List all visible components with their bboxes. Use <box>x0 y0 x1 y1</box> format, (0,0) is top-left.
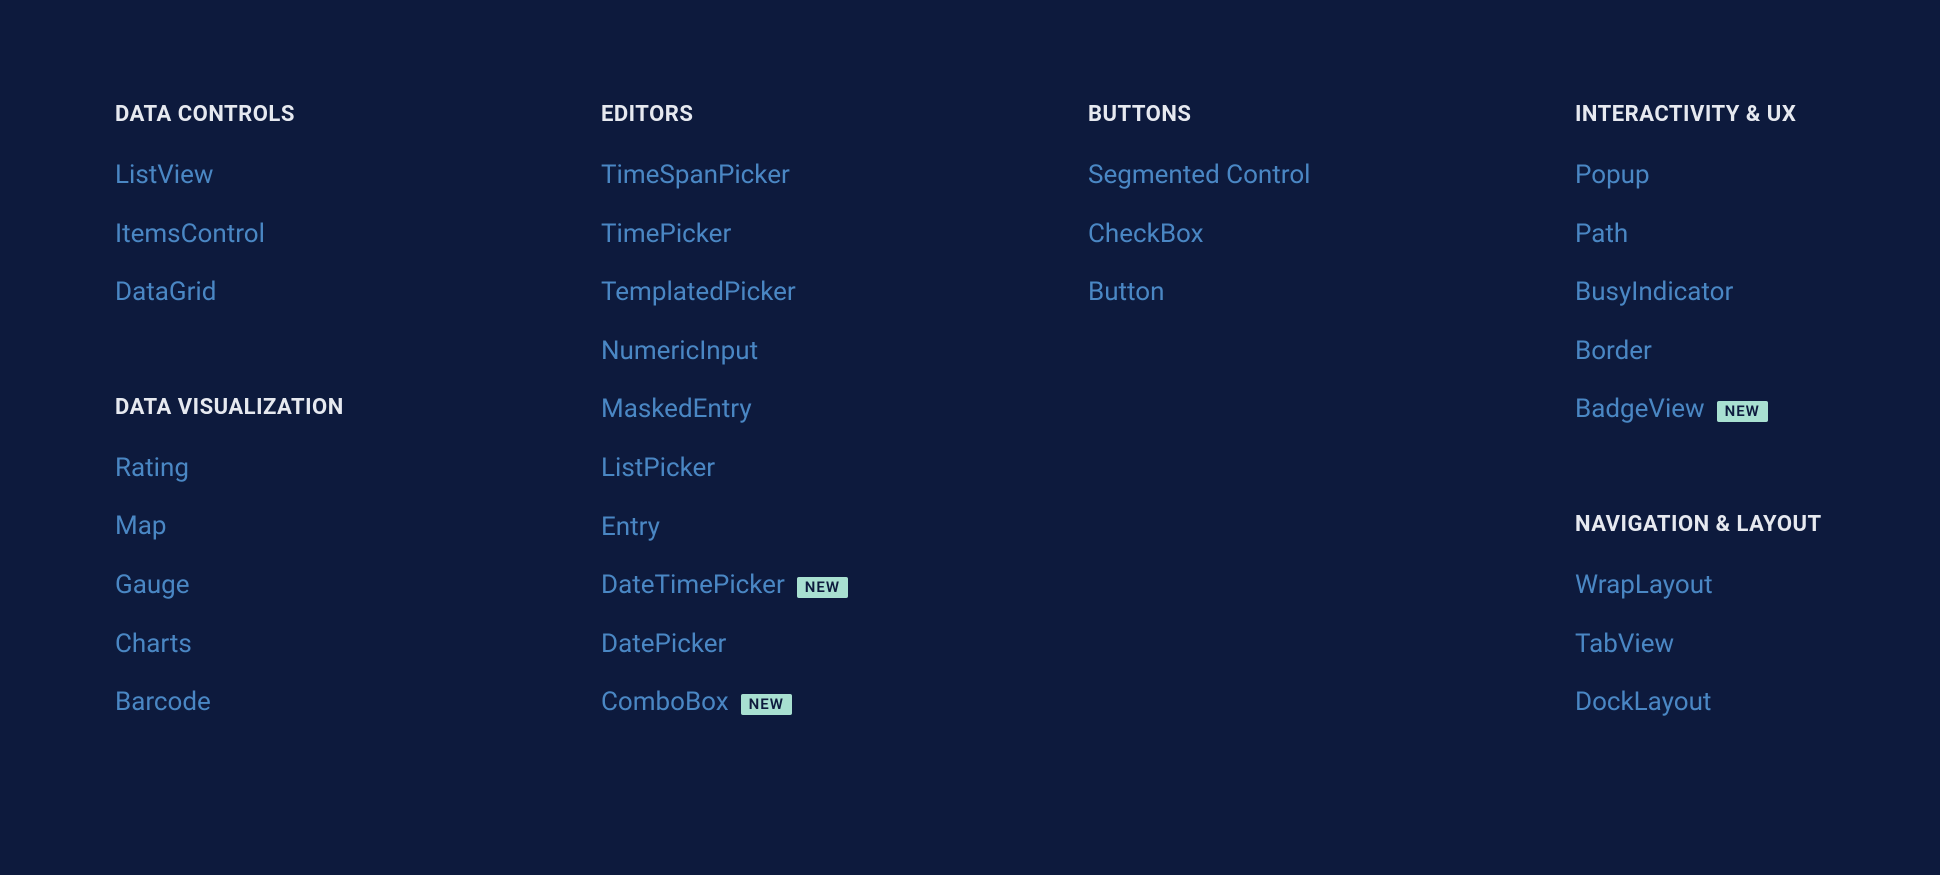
link-docklayout[interactable]: DockLayout <box>1575 688 1711 717</box>
list-item: Map <box>115 512 601 541</box>
list-item: NumericInput <box>601 337 1088 366</box>
list-item: TimePicker <box>601 220 1088 249</box>
list-item: Barcode <box>115 688 601 717</box>
item-list: Popup Path BusyIndicator Border BadgeView NEW <box>1575 161 1825 454</box>
link-button[interactable]: Button <box>1088 278 1164 307</box>
link-segmented-control[interactable]: Segmented Control <box>1088 161 1311 190</box>
list-item: WrapLayout <box>1575 571 1825 600</box>
list-item: BadgeView NEW <box>1575 395 1825 424</box>
list-item: TabView <box>1575 630 1825 659</box>
link-timespanpicker[interactable]: TimeSpanPicker <box>601 161 790 190</box>
link-busyindicator[interactable]: BusyIndicator <box>1575 278 1733 307</box>
section-header-buttons: BUTTONS <box>1088 102 1575 127</box>
list-item: DateTimePicker NEW <box>601 571 1088 600</box>
list-item: Popup <box>1575 161 1825 190</box>
link-datagrid[interactable]: DataGrid <box>115 278 216 307</box>
section-header-editors: EDITORS <box>601 102 1088 127</box>
list-item: ListPicker <box>601 454 1088 483</box>
list-item: Button <box>1088 278 1575 307</box>
link-numericinput[interactable]: NumericInput <box>601 337 758 366</box>
link-rating[interactable]: Rating <box>115 454 189 483</box>
section-editors: EDITORS TimeSpanPicker TimePicker Templated… <box>601 102 1088 747</box>
link-timepicker[interactable]: TimePicker <box>601 220 731 249</box>
link-tabview[interactable]: TabView <box>1575 630 1674 659</box>
new-badge: NEW <box>1717 401 1768 422</box>
column-3: INTERACTIVITY & UX Popup Path BusyIndicator… <box>1575 102 1825 805</box>
link-popup[interactable]: Popup <box>1575 161 1650 190</box>
section-data-visualization: DATA VISUALIZATION Rating Map Gauge Charts Ba… <box>115 395 601 747</box>
item-list: Segmented Control CheckBox Button <box>1088 161 1575 337</box>
list-item: MaskedEntry <box>601 395 1088 424</box>
new-badge: NEW <box>741 694 792 715</box>
list-item: DataGrid <box>115 278 601 307</box>
column-1: EDITORS TimeSpanPicker TimePicker Templated… <box>601 102 1088 805</box>
item-list: TimeSpanPicker TimePicker TemplatedPicker N… <box>601 161 1088 747</box>
item-list: WrapLayout TabView DockLayout <box>1575 571 1825 747</box>
list-item: TemplatedPicker <box>601 278 1088 307</box>
column-2: BUTTONS Segmented Control CheckBox Button <box>1088 102 1575 805</box>
list-item: ListView <box>115 161 601 190</box>
section-interactivity-ux: INTERACTIVITY & UX Popup Path BusyIndicator… <box>1575 102 1825 454</box>
list-item: ComboBox NEW <box>601 688 1088 717</box>
section-data-controls: DATA CONTROLS ListView ItemsControl DataGri… <box>115 102 601 337</box>
list-item: Border <box>1575 337 1825 366</box>
link-wraplayout[interactable]: WrapLayout <box>1575 571 1713 600</box>
link-entry[interactable]: Entry <box>601 513 660 542</box>
new-badge: NEW <box>797 577 848 598</box>
section-header-navigation-layout: NAVIGATION & LAYOUT <box>1575 512 1825 537</box>
link-map[interactable]: Map <box>115 512 166 541</box>
columns-container: DATA CONTROLS ListView ItemsControl DataGri… <box>115 102 1825 805</box>
list-item: Gauge <box>115 571 601 600</box>
link-checkbox[interactable]: CheckBox <box>1088 220 1203 249</box>
link-barcode[interactable]: Barcode <box>115 688 211 717</box>
section-navigation-layout: NAVIGATION & LAYOUT WrapLayout TabView Dock… <box>1575 512 1825 747</box>
link-datepicker[interactable]: DatePicker <box>601 630 726 659</box>
link-maskedentry[interactable]: MaskedEntry <box>601 395 752 424</box>
list-item: ItemsControl <box>115 220 601 249</box>
link-templatedpicker[interactable]: TemplatedPicker <box>601 278 796 307</box>
link-listpicker[interactable]: ListPicker <box>601 454 715 483</box>
list-item: Path <box>1575 220 1825 249</box>
link-listview[interactable]: ListView <box>115 161 213 190</box>
list-item: DatePicker <box>601 630 1088 659</box>
link-badgeview[interactable]: BadgeView <box>1575 395 1705 424</box>
list-item: DockLayout <box>1575 688 1825 717</box>
section-buttons: BUTTONS Segmented Control CheckBox Button <box>1088 102 1575 337</box>
list-item: Rating <box>115 454 601 483</box>
item-list: Rating Map Gauge Charts Barcode <box>115 454 601 747</box>
column-0: DATA CONTROLS ListView ItemsControl DataGri… <box>115 102 601 805</box>
list-item: Charts <box>115 630 601 659</box>
link-charts[interactable]: Charts <box>115 630 192 659</box>
link-datetimepicker[interactable]: DateTimePicker <box>601 571 785 600</box>
list-item: Segmented Control <box>1088 161 1575 190</box>
link-combobox[interactable]: ComboBox <box>601 688 729 717</box>
section-header-data-visualization: DATA VISUALIZATION <box>115 395 601 420</box>
list-item: Entry <box>601 513 1088 542</box>
link-itemscontrol[interactable]: ItemsControl <box>115 220 265 249</box>
section-header-data-controls: DATA CONTROLS <box>115 102 601 127</box>
item-list: ListView ItemsControl DataGrid <box>115 161 601 337</box>
list-item: TimeSpanPicker <box>601 161 1088 190</box>
link-border[interactable]: Border <box>1575 337 1652 366</box>
link-gauge[interactable]: Gauge <box>115 571 190 600</box>
list-item: CheckBox <box>1088 220 1575 249</box>
list-item: BusyIndicator <box>1575 278 1825 307</box>
link-path[interactable]: Path <box>1575 220 1628 249</box>
section-header-interactivity-ux: INTERACTIVITY & UX <box>1575 102 1825 127</box>
